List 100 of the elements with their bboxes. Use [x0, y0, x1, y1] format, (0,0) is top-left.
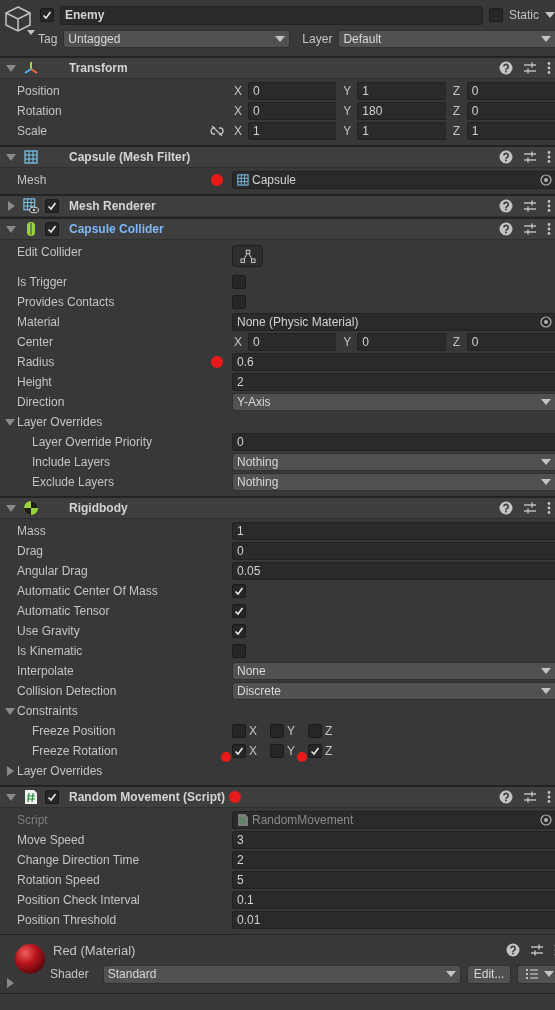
dropdown[interactable]: Nothing — [232, 473, 555, 491]
checkbox[interactable] — [308, 724, 322, 738]
help-icon[interactable] — [499, 150, 513, 164]
layer-dropdown[interactable]: Default — [338, 30, 555, 48]
more-icon[interactable] — [547, 790, 551, 804]
target-icon[interactable] — [540, 814, 552, 826]
number-field[interactable]: 0 — [466, 82, 555, 100]
checkbox[interactable] — [45, 222, 59, 236]
more-icon[interactable] — [547, 501, 551, 515]
number-field[interactable]: 0 — [466, 102, 555, 120]
unlinked-icon[interactable] — [210, 125, 224, 137]
target-icon[interactable] — [540, 174, 552, 186]
checkbox[interactable] — [45, 790, 59, 804]
foldout-arrow-icon[interactable] — [5, 200, 17, 212]
checkbox[interactable] — [270, 724, 284, 738]
list-menu-button[interactable] — [517, 964, 555, 984]
number-field[interactable]: 0.6 — [232, 353, 555, 371]
number-field[interactable]: 0 — [466, 333, 555, 351]
list-icon — [526, 969, 539, 979]
checkbox[interactable] — [232, 644, 246, 658]
checkbox[interactable] — [232, 295, 246, 309]
checkbox[interactable] — [45, 199, 59, 213]
foldout-arrow-icon[interactable] — [4, 765, 16, 777]
checkbox[interactable] — [232, 275, 246, 289]
sliders-icon[interactable] — [523, 150, 537, 164]
help-icon[interactable] — [499, 61, 513, 75]
foldout-label[interactable]: Layer Overrides — [17, 415, 103, 429]
help-icon[interactable] — [499, 501, 513, 515]
foldout-arrow-icon[interactable] — [4, 416, 16, 428]
number-field[interactable]: 1 — [466, 122, 555, 140]
axis-label: Y — [342, 124, 353, 138]
help-icon[interactable] — [506, 943, 521, 957]
number-field[interactable]: 2 — [232, 851, 555, 869]
number-field[interactable]: 0 — [357, 333, 446, 351]
number-field[interactable]: 0.01 — [232, 911, 555, 929]
sliders-icon[interactable] — [523, 222, 537, 236]
number-field[interactable]: 0 — [232, 433, 555, 451]
foldout-arrow-icon[interactable] — [5, 151, 17, 163]
number-field[interactable]: 180 — [357, 102, 446, 120]
caret-icon — [541, 398, 551, 406]
help-icon[interactable] — [499, 199, 513, 213]
number-field[interactable]: 0 — [248, 333, 337, 351]
checkbox[interactable] — [489, 8, 503, 22]
axis-label: Y — [342, 335, 353, 349]
sliders-icon[interactable] — [523, 199, 537, 213]
dropdown[interactable]: Nothing — [232, 453, 555, 471]
foldout-label[interactable]: Layer Overrides — [17, 764, 103, 778]
number-field[interactable]: 0 — [248, 82, 337, 100]
sliders-icon[interactable] — [523, 790, 537, 804]
number-field[interactable]: 2 — [232, 373, 555, 391]
checkbox[interactable] — [232, 724, 246, 738]
foldout-arrow-icon[interactable] — [4, 705, 16, 717]
object-field[interactable]: None (Physic Material) — [232, 313, 555, 331]
foldout-arrow-icon[interactable] — [5, 62, 17, 74]
number-field[interactable]: 1 — [357, 122, 446, 140]
checkbox[interactable] — [308, 744, 322, 758]
number-field[interactable]: 3 — [232, 831, 555, 849]
help-icon[interactable] — [499, 790, 513, 804]
help-icon[interactable] — [499, 222, 513, 236]
number-field[interactable]: 1 — [357, 82, 446, 100]
foldout-label[interactable]: Constraints — [17, 704, 78, 718]
edit-collider-button[interactable] — [232, 244, 263, 267]
checkbox[interactable] — [232, 744, 246, 758]
axis-label: X — [233, 124, 243, 138]
more-icon[interactable] — [547, 150, 551, 164]
number-field[interactable]: 1 — [232, 522, 555, 540]
foldout-arrow-icon[interactable] — [5, 791, 17, 803]
sliders-icon[interactable] — [530, 943, 545, 957]
checkbox[interactable] — [270, 744, 284, 758]
edit-button[interactable]: Edit... — [466, 964, 512, 984]
foldout-arrow-icon[interactable] — [5, 502, 17, 514]
number-field[interactable]: 0 — [232, 542, 555, 560]
grid-icon — [237, 174, 249, 186]
dropdown[interactable]: Discrete — [232, 682, 555, 700]
caret-icon[interactable] — [545, 11, 555, 19]
checkbox[interactable] — [232, 624, 246, 638]
tag-dropdown[interactable]: Untagged — [63, 30, 291, 48]
axis-label: Z — [325, 724, 333, 738]
target-icon[interactable] — [540, 316, 552, 328]
foldout-arrow-icon[interactable] — [4, 977, 16, 989]
number-field[interactable]: 0 — [248, 102, 337, 120]
checkbox[interactable] — [232, 604, 246, 618]
sliders-icon[interactable] — [523, 61, 537, 75]
dropdown[interactable]: Y-Axis — [232, 393, 555, 411]
foldout-arrow-icon[interactable] — [5, 223, 17, 235]
number-field[interactable]: 0.05 — [232, 562, 555, 580]
number-field[interactable]: 1 — [248, 122, 337, 140]
more-icon[interactable] — [547, 222, 551, 236]
number-field[interactable]: 0.1 — [232, 891, 555, 909]
caret-icon — [541, 35, 551, 43]
name-field[interactable]: Enemy — [60, 5, 483, 25]
more-icon[interactable] — [547, 199, 551, 213]
shader-dropdown[interactable]: Standard — [102, 964, 461, 984]
checkbox[interactable] — [232, 584, 246, 598]
more-icon[interactable] — [547, 61, 551, 75]
number-field[interactable]: 5 — [232, 871, 555, 889]
dropdown[interactable]: None — [232, 662, 555, 680]
object-field[interactable]: Capsule — [232, 171, 555, 189]
sliders-icon[interactable] — [523, 501, 537, 515]
checkbox[interactable] — [40, 8, 54, 22]
